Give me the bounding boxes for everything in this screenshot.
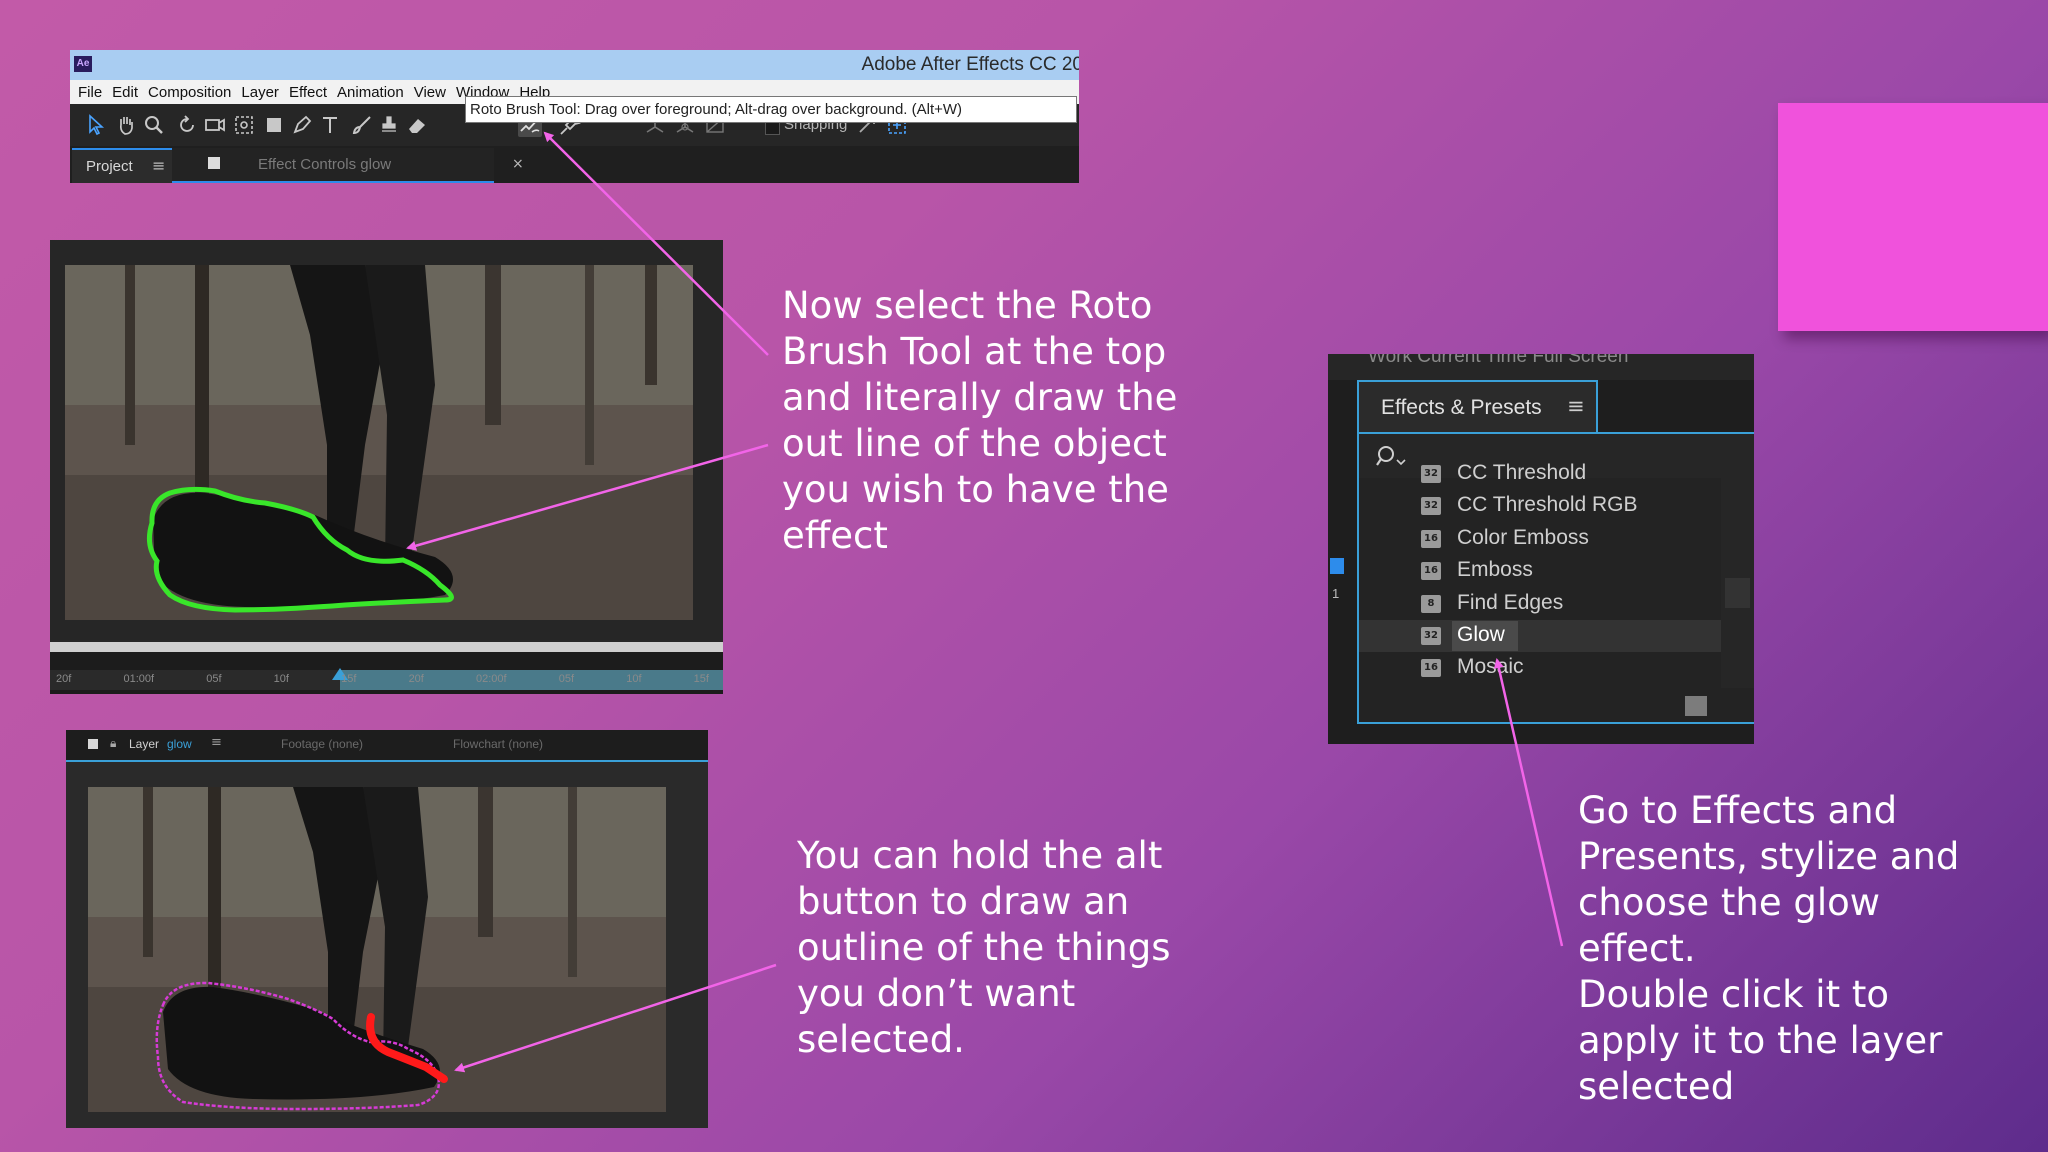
effect-bit-depth-icon: 8 (1421, 595, 1441, 613)
timeline-ruler[interactable]: 20f 01:00f 05f 10f 15f 20f 02:00f 05f 10… (50, 642, 723, 694)
roto-brush-tooltip: Roto Brush Tool: Drag over foreground; A… (465, 96, 1077, 123)
effects-list: 32 CC Threshold 32 CC Threshold RGB 16 C… (1359, 461, 1721, 688)
effect-bit-depth-icon: 16 (1421, 530, 1441, 548)
layer-label: Layer (129, 737, 160, 751)
title-bar: Ae Adobe After Effects CC 20 (70, 50, 1079, 80)
effect-label: CC Threshold RGB (1457, 493, 1638, 516)
list-item-find-edges[interactable]: 8 Find Edges (1359, 588, 1721, 620)
effect-label: Glow (1457, 623, 1505, 646)
panel-menu-icon[interactable]: ≡ (211, 735, 222, 750)
menu-composition[interactable]: Composition (148, 84, 231, 101)
rectangle-tool-icon[interactable] (262, 113, 286, 137)
timeline-tick: 20f (56, 673, 72, 685)
timeline-tick: 01:00f (123, 673, 155, 685)
menu-edit[interactable]: Edit (112, 84, 138, 101)
effect-label: CC Threshold (1457, 461, 1587, 484)
list-item-mosaic[interactable]: 16 Mosaic (1359, 652, 1721, 684)
menu-layer[interactable]: Layer (241, 84, 279, 101)
menu-view[interactable]: View (414, 84, 446, 101)
pan-behind-tool-icon[interactable] (232, 113, 256, 137)
effects-list-scrollbar[interactable] (1721, 478, 1754, 688)
effect-label: Color Emboss (1457, 526, 1589, 549)
camera-tool-icon[interactable] (203, 113, 227, 137)
layer-marker-icon (1330, 558, 1344, 574)
layer-panel-icon (88, 739, 98, 749)
eraser-tool-icon[interactable] (405, 113, 429, 137)
effect-label: Mosaic (1457, 655, 1524, 678)
cropped-panel-header-text: Work Current Time Full Screen (1368, 354, 1629, 367)
panel-footer (1359, 688, 1754, 722)
effect-bit-depth-icon: 16 (1421, 562, 1441, 580)
tab-effect-controls-label: Effect Controls glow (258, 156, 392, 173)
panel-menu-icon[interactable]: ≡ (152, 156, 165, 175)
effects-presets-panel: Work Current Time Full Screen 1 Effects … (1328, 354, 1754, 744)
list-item-emboss[interactable]: 16 Emboss (1359, 555, 1721, 587)
panel-menu-icon[interactable]: ≡ (1567, 394, 1585, 418)
clone-stamp-tool-icon[interactable] (377, 113, 401, 137)
decorative-pink-square (1778, 103, 2048, 331)
panel-tabs: Project ≡ Effect Controls glow × (70, 146, 1079, 183)
new-folder-icon[interactable] (1685, 696, 1707, 716)
timeline-tick: 15f (341, 673, 357, 685)
callout-effects-instructions: Go to Effects and Presents, stylize and … (1578, 789, 1960, 1108)
tab-project-label: Project (86, 158, 133, 175)
effect-bit-depth-icon: 32 (1421, 497, 1441, 515)
rotate-tool-icon[interactable] (175, 113, 199, 137)
timeline-tick: 15f (693, 673, 709, 685)
list-item-cc-threshold[interactable]: 32 CC Threshold (1359, 458, 1721, 490)
timeline-tick: 02:00f (476, 673, 507, 685)
close-icon[interactable]: × (512, 156, 524, 172)
effect-label: Emboss (1457, 558, 1533, 581)
list-item-cc-threshold-rgb[interactable]: 32 CC Threshold RGB (1359, 490, 1721, 522)
layer-footage-image (88, 787, 666, 1112)
effects-presets-body: 32 CC Threshold 32 CC Threshold RGB 16 C… (1357, 432, 1754, 724)
selection-tool-icon[interactable] (84, 113, 108, 137)
lock-icon[interactable]: 🔒︎ (110, 736, 116, 751)
timeline-tick: 10f (273, 673, 289, 685)
timeline-tick: 05f (558, 673, 575, 685)
effect-controls-icon (208, 157, 220, 169)
menu-effect[interactable]: Effect (289, 84, 327, 101)
list-item-color-emboss[interactable]: 16 Color Emboss (1359, 523, 1721, 555)
menu-file[interactable]: File (78, 84, 102, 101)
timeline-tick: 05f (206, 673, 222, 685)
effect-label: Find Edges (1457, 591, 1564, 614)
composition-viewer-screenshot: 20f 01:00f 05f 10f 15f 20f 02:00f 05f 10… (50, 240, 723, 694)
layer-panel-header: 🔒︎ Layer glow ≡ Footage (none) Flowchart… (66, 730, 708, 762)
pen-tool-icon[interactable] (290, 113, 314, 137)
tab-project[interactable]: Project ≡ (72, 148, 172, 183)
footage-frame-image (65, 265, 693, 620)
tab-effect-controls[interactable]: Effect Controls glow (172, 148, 494, 183)
scrollbar-thumb[interactable] (1725, 578, 1750, 608)
list-item-glow[interactable]: 32 Glow (1359, 620, 1721, 652)
effect-bit-depth-icon: 16 (1421, 659, 1441, 677)
timeline-tick-labels: 20f 01:00f 05f 10f 15f 20f 02:00f 05f 10… (56, 673, 723, 685)
layer-number: 1 (1332, 586, 1340, 601)
hand-tool-icon[interactable] (114, 113, 138, 137)
tab-effects-presets[interactable]: Effects & Presets ≡ (1357, 380, 1598, 434)
tab-effects-presets-label: Effects & Presets (1381, 396, 1542, 419)
effect-bit-depth-icon: 32 (1421, 465, 1441, 483)
zoom-tool-icon[interactable] (142, 113, 166, 137)
flowchart-tab-label[interactable]: Flowchart (none) (453, 737, 543, 751)
window-title: Adobe After Effects CC 20 (861, 54, 1079, 75)
layer-panel-screenshot: 🔒︎ Layer glow ≡ Footage (none) Flowchart… (66, 730, 708, 1128)
type-tool-icon[interactable] (318, 113, 342, 137)
panel-top-strip: Work Current Time Full Screen (1328, 354, 1754, 380)
brush-tool-icon[interactable] (350, 113, 374, 137)
callout-alt-instructions: You can hold the alt button to draw an o… (797, 834, 1171, 1061)
footage-tab-label[interactable]: Footage (none) (281, 737, 363, 751)
timeline-tick: 10f (626, 673, 642, 685)
callout-roto-brush-instructions: Now select the Roto Brush Tool at the to… (782, 284, 1178, 557)
after-effects-logo-icon: Ae (74, 56, 92, 72)
timeline-tick: 20f (408, 673, 424, 685)
menu-animation[interactable]: Animation (337, 84, 404, 101)
effect-bit-depth-icon: 32 (1421, 627, 1441, 645)
layer-name: glow (167, 737, 192, 751)
